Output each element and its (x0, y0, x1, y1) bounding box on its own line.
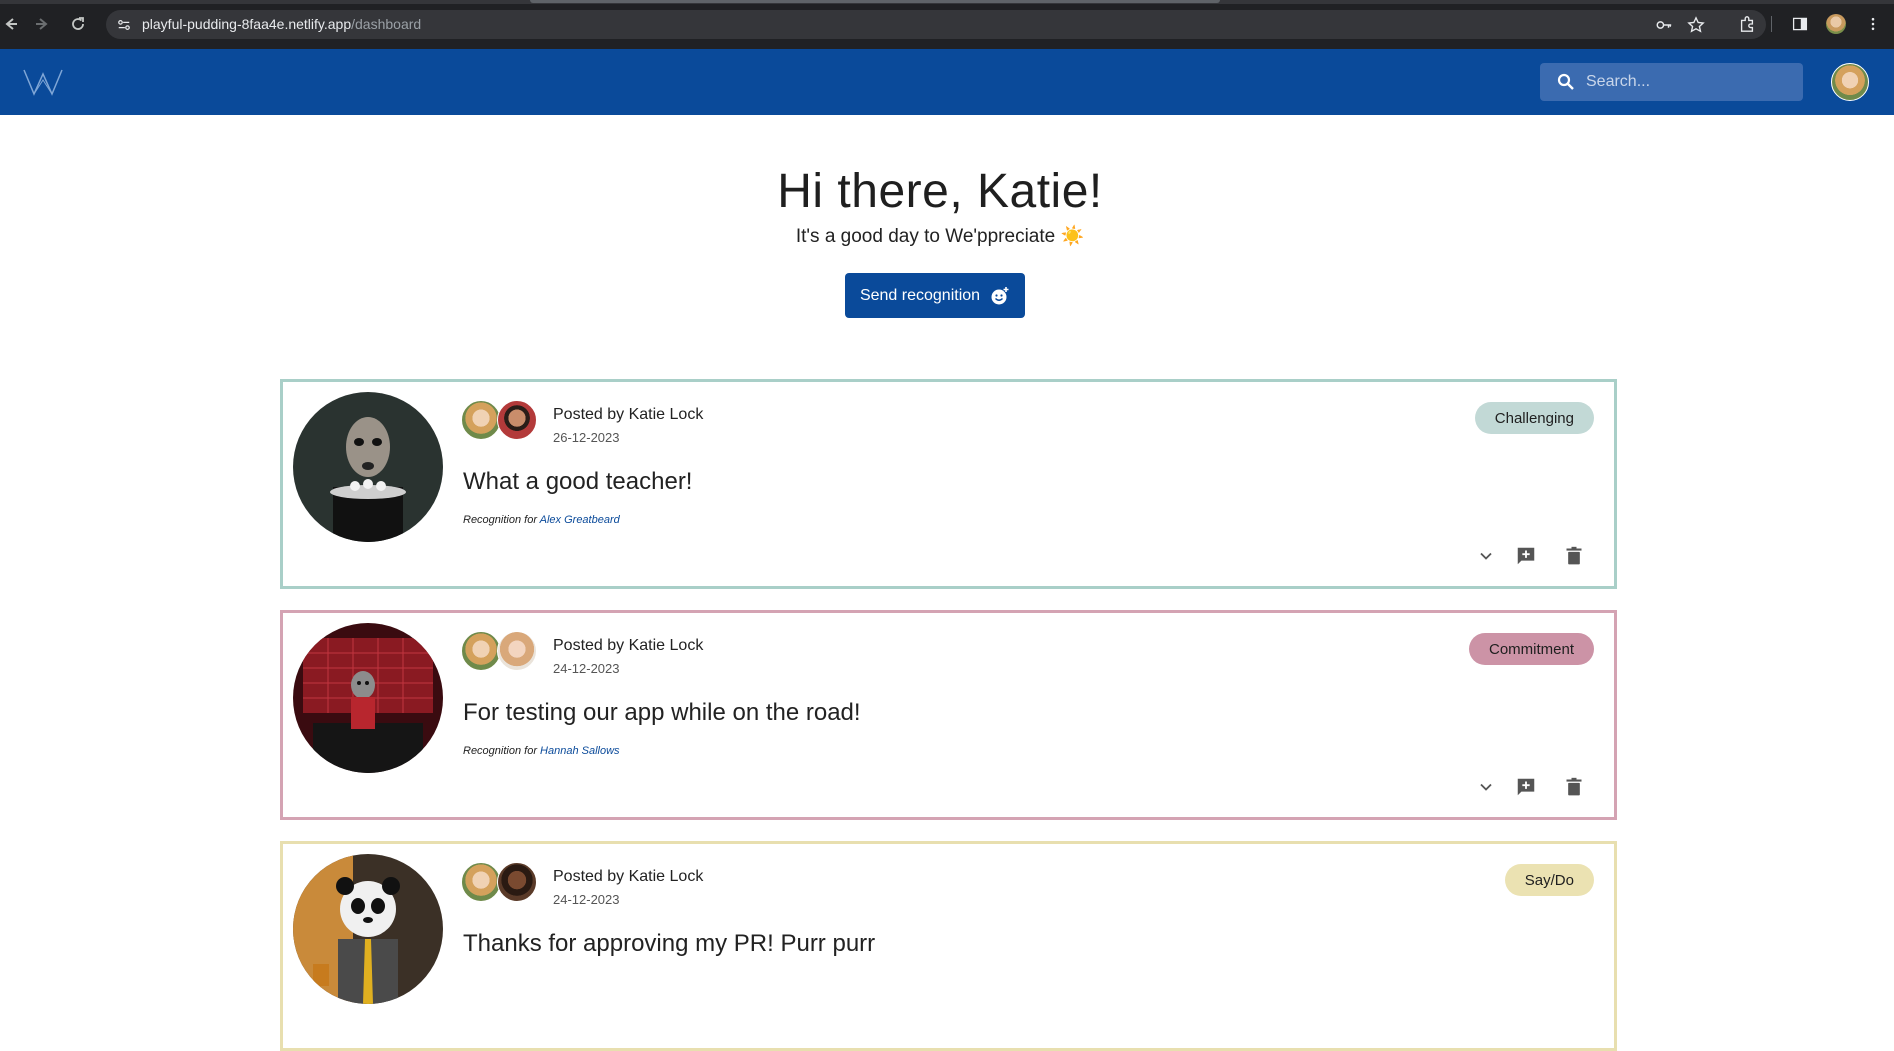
url-host: playful-pudding-8faa4e.netlify.app (142, 16, 352, 32)
sender-avatar (461, 400, 501, 440)
send-recognition-label: Send recognition (859, 286, 981, 304)
value-tag: Say/Do (1504, 864, 1594, 896)
post-message: Thanks for approving my PR! Purr purr (463, 930, 876, 957)
sender-avatar (461, 631, 501, 671)
post-message: For testing our app while on the road! (463, 699, 861, 726)
delete-icon[interactable] (1562, 775, 1586, 799)
post-date: 24-12-2023 (553, 892, 620, 907)
post-message: What a good teacher! (463, 468, 693, 495)
page-title: Hi there, Katie! (777, 165, 1103, 218)
url-text[interactable]: playful-pudding-8faa4e.netlify.app/dashb… (142, 16, 421, 32)
posted-by: Posted by Katie Lock (553, 406, 704, 423)
user-avatar[interactable] (1831, 63, 1869, 101)
address-bar[interactable]: playful-pudding-8faa4e.netlify.app/dashb… (106, 10, 1766, 39)
forward-icon[interactable] (31, 13, 53, 35)
participant-avatars (461, 862, 541, 904)
recognition-prefix: Recognition for (463, 745, 541, 757)
add-comment-icon[interactable] (1514, 544, 1538, 568)
delete-icon[interactable] (1562, 544, 1586, 568)
url-path: /dashboard (351, 16, 422, 32)
reload-icon[interactable] (67, 13, 89, 35)
send-recognition-button[interactable]: Send recognition (845, 273, 1025, 318)
side-panel-icon[interactable] (1789, 12, 1811, 36)
post-date: 26-12-2023 (553, 430, 620, 445)
participant-avatars (461, 631, 541, 673)
site-settings-icon[interactable] (114, 15, 134, 35)
browser-menu-icon[interactable] (1862, 12, 1884, 36)
post-actions (1474, 775, 1594, 799)
app-header (0, 49, 1894, 115)
password-key-icon[interactable] (1654, 15, 1674, 35)
recipient-link[interactable]: Alex Greatbeard (540, 514, 620, 526)
add-reaction-icon (991, 286, 1009, 304)
extensions-icon[interactable] (1736, 12, 1758, 36)
search-input[interactable] (1586, 71, 1786, 93)
posted-by: Posted by Katie Lock (553, 637, 704, 654)
recognition-for: Recognition for Alex Greatbeard (463, 514, 620, 526)
recipient-link[interactable]: Hannah Sallows (540, 745, 620, 757)
recipient-avatar (497, 631, 537, 671)
search-box[interactable] (1540, 63, 1803, 101)
post-actions (1474, 544, 1594, 568)
post-image (293, 392, 443, 542)
sender-avatar (461, 862, 501, 902)
recipient-avatar (497, 400, 537, 440)
expand-chevron-icon[interactable] (1474, 775, 1498, 799)
recognition-card: Posted by Katie Lock 24-12-2023 Thanks f… (280, 841, 1617, 1051)
recipient-avatar (497, 862, 537, 902)
page-subtitle: It's a good day to We'ppreciate ☀️ (795, 226, 1085, 247)
browser-toolbar: playful-pudding-8faa4e.netlify.app/dashb… (0, 0, 1894, 49)
recognition-prefix: Recognition for (463, 514, 540, 526)
toolbar-divider (1771, 16, 1772, 32)
post-image (293, 854, 443, 1004)
value-tag: Challenging (1474, 402, 1594, 434)
participant-avatars (461, 400, 541, 442)
expand-chevron-icon[interactable] (1474, 544, 1498, 568)
post-image (293, 623, 443, 773)
recognition-for: Recognition for Hannah Sallows (463, 745, 620, 757)
browser-profile-avatar[interactable] (1826, 14, 1846, 34)
active-tab-indicator (530, 0, 1220, 3)
bookmark-star-icon[interactable] (1686, 15, 1706, 35)
logo-icon[interactable] (22, 66, 64, 98)
add-comment-icon[interactable] (1514, 775, 1538, 799)
recognition-card: Posted by Katie Lock 26-12-2023 What a g… (280, 379, 1617, 589)
value-tag: Commitment (1468, 633, 1594, 665)
recognition-card: Posted by Katie Lock 24-12-2023 For test… (280, 610, 1617, 820)
posted-by: Posted by Katie Lock (553, 868, 704, 885)
post-date: 24-12-2023 (553, 661, 620, 676)
search-icon (1557, 73, 1574, 90)
back-icon[interactable] (0, 13, 22, 35)
